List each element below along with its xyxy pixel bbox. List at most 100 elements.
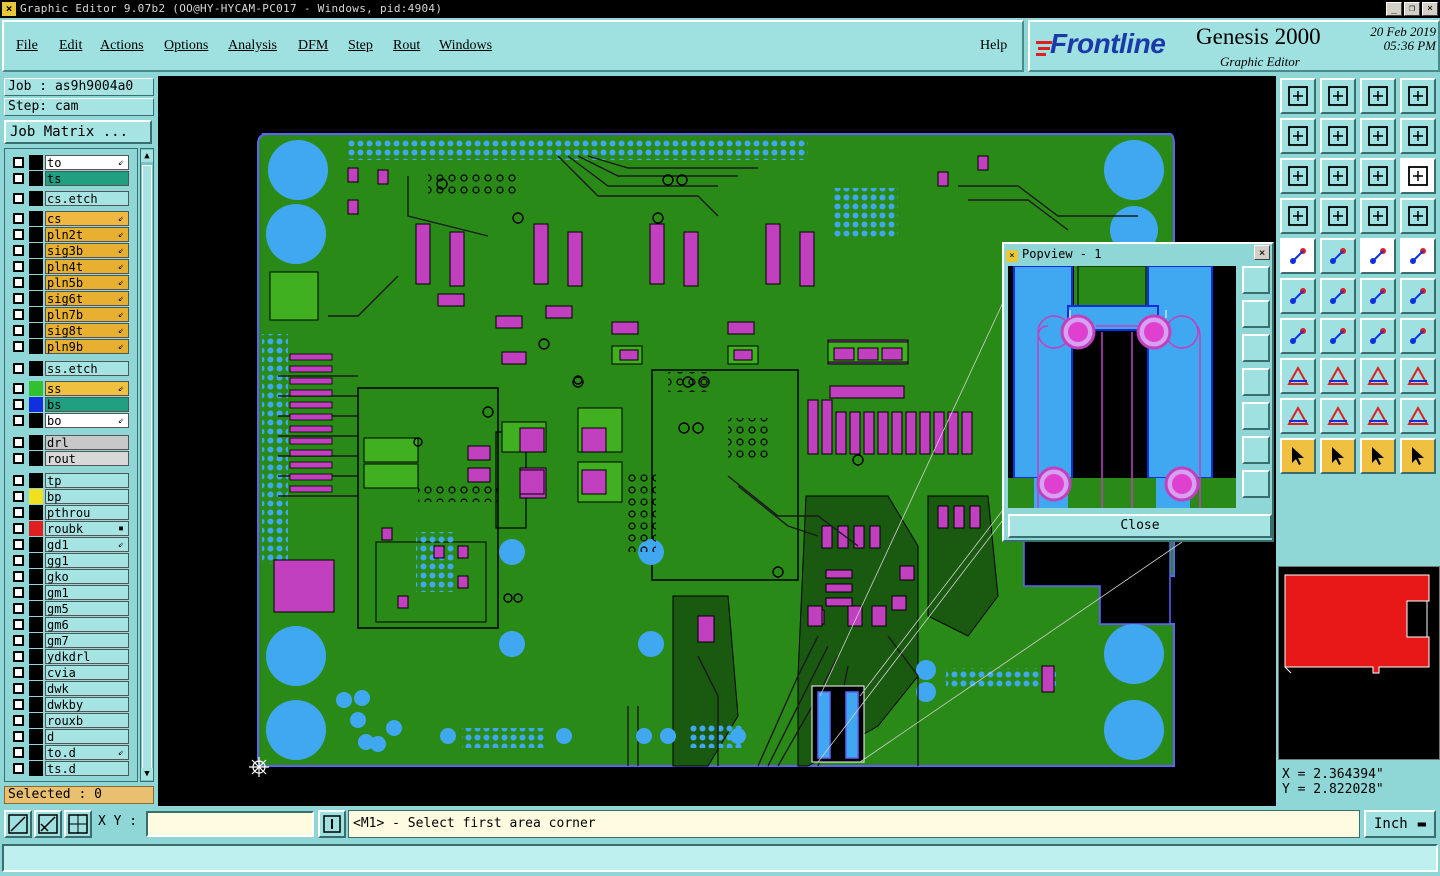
layer-name[interactable]: pln2t ⇙ [45, 227, 129, 242]
layer-name[interactable]: to.d ⇙ [45, 745, 129, 760]
layer-row-dwkby[interactable]: dwkby [7, 697, 131, 712]
layer-name[interactable]: ydkdrl [45, 649, 129, 664]
layer-checkbox[interactable] [13, 399, 24, 410]
minimize-button[interactable]: _ [1386, 2, 1402, 16]
layer-checkbox[interactable] [13, 363, 24, 374]
layer-checkbox[interactable] [13, 229, 24, 240]
popview-pan-down-icon[interactable] [1242, 334, 1270, 362]
layer-name[interactable]: bs [45, 397, 129, 412]
scroll-thumb[interactable] [142, 165, 152, 769]
layer-name[interactable]: ss.etch [45, 361, 129, 376]
pointer-box-icon[interactable] [1320, 438, 1356, 474]
layer-row-to-d[interactable]: to.d ⇙ [7, 745, 131, 760]
layer-color-swatch[interactable] [29, 451, 43, 466]
layer-name[interactable]: gm7 [45, 633, 129, 648]
layer-name[interactable]: rout [45, 451, 129, 466]
layer-row-bs[interactable]: bs [7, 397, 131, 412]
layer-name[interactable]: pln4t ⇙ [45, 259, 129, 274]
layer-checkbox[interactable] [13, 747, 24, 758]
layer-checkbox[interactable] [13, 415, 24, 426]
menu-windows[interactable]: Windows [439, 38, 492, 54]
layer-row-bo[interactable]: bo ⇙ [7, 413, 131, 428]
job-matrix-button[interactable]: Job Matrix ... [4, 120, 152, 144]
layer-color-swatch[interactable] [29, 211, 43, 226]
layout-icon[interactable] [1400, 78, 1436, 114]
layer-checkbox[interactable] [13, 293, 24, 304]
layer-row-rouxb[interactable]: rouxb [7, 713, 131, 728]
layer-color-swatch[interactable] [29, 435, 43, 450]
layer-row-drl[interactable]: drl [7, 435, 131, 450]
layer-row-sig8t[interactable]: sig8t ⇙ [7, 323, 131, 338]
layer-row-roubk[interactable]: roubk ▪ [7, 521, 131, 536]
layers-filter-icon[interactable] [1400, 198, 1436, 234]
import-icon[interactable] [1280, 118, 1316, 154]
home-icon[interactable] [1360, 78, 1396, 114]
popview-pan-up-icon[interactable] [1242, 300, 1270, 328]
line-tool-icon[interactable] [1320, 358, 1356, 394]
pointer-icon[interactable] [1280, 438, 1316, 474]
layer-name[interactable]: ts [45, 171, 129, 186]
layer-row-sig6t[interactable]: sig6t ⇙ [7, 291, 131, 306]
layer-color-swatch[interactable] [29, 307, 43, 322]
layer-row-pln7b[interactable]: pln7b ⇙ [7, 307, 131, 322]
layer-color-swatch[interactable] [29, 275, 43, 290]
layer-row-pln4t[interactable]: pln4t ⇙ [7, 259, 131, 274]
layer-color-swatch[interactable] [29, 633, 43, 648]
layer-color-swatch[interactable] [29, 713, 43, 728]
highlight-icon[interactable] [1360, 198, 1396, 234]
close-window-button[interactable]: × [1422, 2, 1438, 16]
layer-color-swatch[interactable] [29, 397, 43, 412]
connect-icon[interactable] [1280, 278, 1316, 314]
layer-row-pthrou[interactable]: pthrou [7, 505, 131, 520]
layer-color-swatch[interactable] [29, 339, 43, 354]
layer-checkbox[interactable] [13, 699, 24, 710]
layer-name[interactable]: drl [45, 435, 129, 450]
layer-row-pln9b[interactable]: pln9b ⇙ [7, 339, 131, 354]
layer-row-tp[interactable]: tp [7, 473, 131, 488]
copy-layer-icon[interactable] [1360, 118, 1396, 154]
layer-row-sig3b[interactable]: sig3b ⇙ [7, 243, 131, 258]
layer-name[interactable]: bo ⇙ [45, 413, 129, 428]
layer-row-gd1[interactable]: gd1 ⇙ [7, 537, 131, 552]
drill-icon[interactable] [1280, 358, 1316, 394]
layer-checkbox[interactable] [13, 491, 24, 502]
layer-checkbox[interactable] [13, 245, 24, 256]
layer-name[interactable]: to ⇙ [45, 155, 129, 170]
layer-color-swatch[interactable] [29, 171, 43, 186]
layer-checkbox[interactable] [13, 341, 24, 352]
triangle-icon[interactable] [1280, 398, 1316, 434]
popview-close-icon[interactable]: × [1254, 245, 1270, 260]
layer-row-rout[interactable]: rout [7, 451, 131, 466]
arrow-line-icon[interactable] [1400, 278, 1436, 314]
layer-checkbox[interactable] [13, 383, 24, 394]
grid-icon[interactable] [64, 810, 92, 838]
arc-icon[interactable] [1360, 318, 1396, 354]
layer-name[interactable]: sig8t ⇙ [45, 323, 129, 338]
layer-checkbox[interactable] [13, 603, 24, 614]
layer-checkbox[interactable] [13, 173, 24, 184]
layer-name[interactable]: cs ⇙ [45, 211, 129, 226]
layer-color-swatch[interactable] [29, 601, 43, 616]
layer-color-swatch[interactable] [29, 505, 43, 520]
layer-row-cs-etch[interactable]: cs.etch [7, 191, 131, 206]
swap-icon[interactable] [1400, 118, 1436, 154]
pad-icon[interactable] [1400, 238, 1436, 274]
layer-name[interactable]: sig6t ⇙ [45, 291, 129, 306]
layer-checkbox[interactable] [13, 193, 24, 204]
layer-name[interactable]: d [45, 729, 129, 744]
layer-row-gko[interactable]: gko [7, 569, 131, 584]
edit-shape-icon[interactable] [1360, 398, 1396, 434]
layer-name[interactable]: dwkby [45, 697, 129, 712]
layer-checkbox[interactable] [13, 539, 24, 550]
angle-icon[interactable] [1280, 318, 1316, 354]
export-icon[interactable] [1320, 118, 1356, 154]
probe-icon[interactable] [1320, 198, 1356, 234]
layer-checkbox[interactable] [13, 715, 24, 726]
layer-row-cs[interactable]: cs ⇙ [7, 211, 131, 226]
layer-name[interactable]: rouxb [45, 713, 129, 728]
layer-name[interactable]: cvia [45, 665, 129, 680]
open-job-icon[interactable] [1280, 78, 1316, 114]
popview-close-button[interactable]: Close [1008, 514, 1272, 538]
popview-zoom-in-icon[interactable] [1242, 436, 1270, 464]
layer-name[interactable]: pln9b ⇙ [45, 339, 129, 354]
